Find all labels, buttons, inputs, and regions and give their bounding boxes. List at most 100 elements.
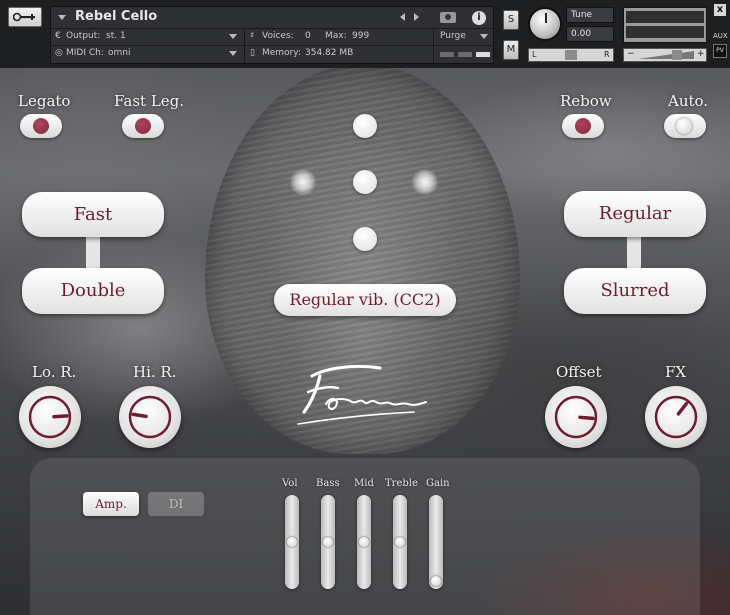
rebow-label: Rebow <box>560 92 612 110</box>
legato-led-icon <box>33 118 49 134</box>
output-value[interactable]: st. 1 <box>106 31 126 41</box>
position-dot-top[interactable] <box>353 114 377 138</box>
purge-dropdown-icon[interactable] <box>480 34 488 39</box>
memory-label: Memory: <box>262 48 301 58</box>
mid-slider-thumb[interactable] <box>359 537 369 547</box>
memory-value: 354.82 MB <box>305 48 354 58</box>
fast-button[interactable]: Fast <box>22 192 164 237</box>
pan-thumb[interactable] <box>565 50 577 60</box>
pan-left-label: L <box>532 50 537 59</box>
volume-thumb[interactable] <box>672 50 682 60</box>
knob-pointer <box>131 412 148 419</box>
fast-double-connector <box>86 236 100 270</box>
position-glow-left[interactable] <box>290 169 316 195</box>
legato-toggle[interactable] <box>20 114 62 138</box>
instrument-menu-arrow-icon[interactable] <box>58 15 66 20</box>
position-glow-right[interactable] <box>412 169 438 195</box>
purge-label[interactable]: Purge <box>440 31 466 41</box>
output-label: Output: <box>66 31 101 41</box>
offset-label: Offset <box>556 363 602 381</box>
volume-plus-label: + <box>697 49 705 59</box>
treble-slider-thumb[interactable] <box>395 537 405 547</box>
vibrato-button[interactable]: Regular vib. (CC2) <box>274 284 456 316</box>
position-dot-middle[interactable] <box>353 170 377 194</box>
auto-led-icon <box>676 118 692 134</box>
regular-slurred-connector <box>627 236 641 270</box>
eq-label-gain: Gain <box>426 478 450 489</box>
double-button[interactable]: Double <box>22 268 164 314</box>
knob-face <box>128 395 172 439</box>
eq-label-treble: Treble <box>385 478 418 489</box>
di-button[interactable]: DI <box>148 492 204 516</box>
auto-toggle[interactable] <box>664 114 706 138</box>
position-dot-bottom[interactable] <box>353 227 377 251</box>
fast-leg-label: Fast Leg. <box>114 92 185 110</box>
slurred-button[interactable]: Slurred <box>564 268 706 314</box>
midi-icon: ◎ <box>55 48 63 58</box>
brand-logo <box>297 364 427 425</box>
vol-slider-thumb[interactable] <box>287 537 297 547</box>
camera-icon[interactable] <box>440 12 456 23</box>
voices-icon: ♯ <box>250 31 255 41</box>
knob-face <box>654 395 698 439</box>
tune-label: Tune <box>566 7 614 23</box>
volume-slider[interactable]: − + <box>623 48 707 62</box>
gain-slider[interactable] <box>429 495 443 589</box>
output-dropdown-icon[interactable] <box>229 34 237 39</box>
solo-button[interactable]: S <box>503 10 519 30</box>
eq-label-vol: Vol <box>282 478 298 489</box>
bass-slider-thumb[interactable] <box>323 537 333 547</box>
gain-slider-thumb[interactable] <box>431 576 441 586</box>
midi-value[interactable]: omni <box>108 48 130 58</box>
knob-ring <box>128 395 172 439</box>
bass-slider[interactable] <box>321 495 335 589</box>
midi-label: MIDI Ch: <box>66 48 104 58</box>
instrument-name[interactable]: Rebel Cello <box>75 9 157 24</box>
mid-slider[interactable] <box>357 495 371 589</box>
tune-knob[interactable] <box>528 7 562 41</box>
instrument-header: Rebel Cello i € Output: st. 1 ◎ MIDI Ch:… <box>0 0 730 68</box>
fx-label: FX <box>665 363 687 381</box>
treble-slider[interactable] <box>393 495 407 589</box>
eq-label-bass: Bass <box>316 478 340 489</box>
eq-label-mid: Mid <box>354 478 374 489</box>
close-icon[interactable]: x <box>714 4 726 16</box>
rebow-toggle[interactable] <box>562 114 604 138</box>
knob-face <box>28 395 72 439</box>
memory-icon: ▯ <box>250 48 255 58</box>
fx-knob[interactable] <box>645 386 707 448</box>
pv-button[interactable]: PV <box>713 44 727 58</box>
max-value[interactable]: 999 <box>352 31 369 41</box>
lo-r-knob[interactable] <box>19 386 81 448</box>
wrench-button[interactable] <box>8 7 42 27</box>
previous-instrument-icon[interactable] <box>400 13 405 21</box>
knob-pointer <box>578 415 595 421</box>
tune-value[interactable]: 0.00 <box>566 26 614 42</box>
volume-minus-label: − <box>627 49 635 59</box>
aux-button[interactable]: AUX <box>713 32 728 40</box>
knob-pointer <box>52 414 69 419</box>
next-instrument-icon[interactable] <box>414 13 419 21</box>
fast-leg-toggle[interactable] <box>122 114 164 138</box>
fast-leg-led-icon <box>135 118 151 134</box>
auto-label: Auto. <box>668 92 709 110</box>
offset-knob[interactable] <box>545 386 607 448</box>
lo-r-label: Lo. R. <box>32 363 77 381</box>
pan-slider[interactable]: L R <box>528 48 614 62</box>
mute-button[interactable]: M <box>503 40 519 60</box>
hi-r-knob[interactable] <box>119 386 181 448</box>
rebow-led-icon <box>575 118 591 134</box>
wrench-icon <box>13 12 35 22</box>
output-icon: € <box>55 31 61 41</box>
amp-button[interactable]: Amp. <box>83 492 139 516</box>
midi-dropdown-icon[interactable] <box>229 51 237 56</box>
info-icon[interactable]: i <box>472 11 486 25</box>
knob-face <box>554 395 598 439</box>
knob-ring <box>654 395 698 439</box>
level-meter <box>623 7 707 43</box>
regular-button[interactable]: Regular <box>564 191 706 237</box>
voices-label: Voices: <box>262 31 294 41</box>
voices-value: 0 <box>305 31 311 41</box>
hi-r-label: Hi. R. <box>133 363 177 381</box>
vol-slider[interactable] <box>285 495 299 589</box>
